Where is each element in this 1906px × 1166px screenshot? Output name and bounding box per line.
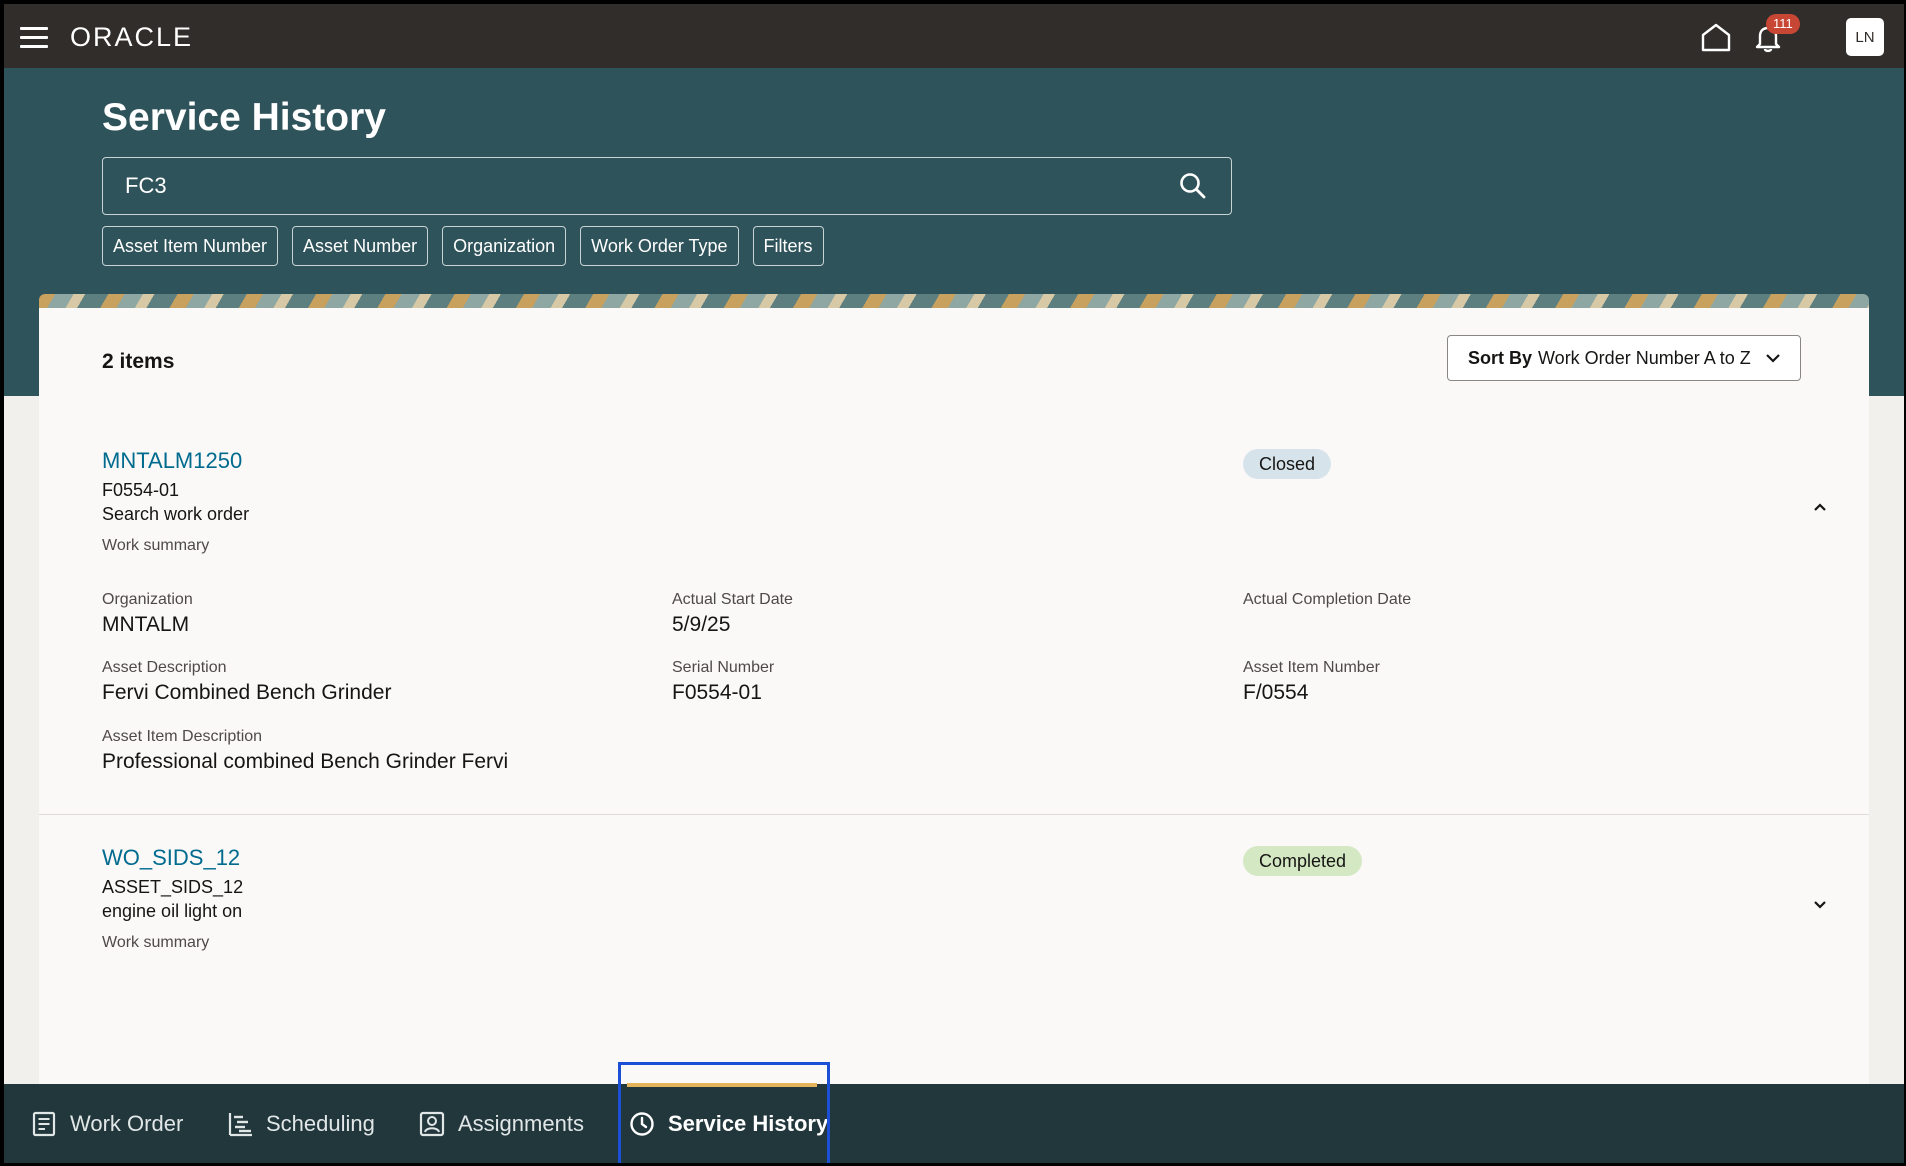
chip-filters[interactable]: Filters bbox=[752, 226, 824, 266]
search-input[interactable] bbox=[103, 158, 1177, 214]
active-tab-indicator bbox=[627, 1083, 817, 1087]
nav-label: Assignments bbox=[458, 1110, 584, 1136]
actual-start-date-field: Actual Start Date 5/9/25 bbox=[672, 591, 793, 636]
results-card: 2 items Sort By Work Order Number A to Z… bbox=[39, 308, 1869, 1088]
organization-field: Organization MNTALM bbox=[102, 591, 193, 636]
actual-completion-date-field: Actual Completion Date bbox=[1243, 591, 1412, 608]
filter-chips: Asset Item Number Asset Number Organizat… bbox=[102, 226, 824, 266]
chip-asset-item-number[interactable]: Asset Item Number bbox=[102, 226, 279, 266]
chip-asset-number[interactable]: Asset Number bbox=[292, 226, 429, 266]
chevron-down-icon[interactable] bbox=[1809, 893, 1831, 915]
nav-work-order[interactable]: Work Order bbox=[30, 1084, 183, 1163]
page-title: Service History bbox=[102, 96, 386, 139]
search-icon[interactable] bbox=[1177, 170, 1209, 202]
nav-label: Scheduling bbox=[266, 1110, 375, 1136]
chip-organization[interactable]: Organization bbox=[442, 226, 567, 266]
chip-work-order-type[interactable]: Work Order Type bbox=[580, 226, 739, 266]
nav-scheduling[interactable]: Scheduling bbox=[226, 1084, 375, 1163]
nav-service-history[interactable]: Service History bbox=[628, 1084, 828, 1163]
search-box bbox=[102, 157, 1232, 215]
sort-value: Work Order Number A to Z bbox=[1538, 347, 1751, 368]
work-order-link[interactable]: WO_SIDS_12 bbox=[102, 845, 240, 871]
home-icon[interactable] bbox=[1700, 22, 1732, 52]
nav-assignments[interactable]: Assignments bbox=[418, 1084, 584, 1163]
document-icon bbox=[32, 1111, 56, 1136]
clock-icon bbox=[630, 1111, 654, 1136]
work-order-description: engine oil light on bbox=[102, 901, 243, 921]
asset-number: F0554-01 bbox=[102, 480, 180, 500]
items-count: 2 items bbox=[102, 350, 175, 373]
asset-description-field: Asset Description Fervi Combined Bench G… bbox=[102, 659, 392, 704]
chevron-down-icon bbox=[1766, 354, 1780, 363]
status-badge: Closed bbox=[1243, 449, 1332, 479]
list-item: WO_SIDS_12 ASSET_SIDS_12 engine oil ligh… bbox=[39, 815, 1869, 1088]
work-order-link[interactable]: MNTALM1250 bbox=[102, 448, 242, 474]
nav-label: Service History bbox=[668, 1110, 829, 1136]
person-badge-icon bbox=[419, 1111, 445, 1136]
app-frame: ORACLE 111 LN Service History Asset Item… bbox=[4, 4, 1904, 1163]
hamburger-menu-icon[interactable] bbox=[20, 27, 48, 48]
sort-dropdown[interactable]: Sort By Work Order Number A to Z bbox=[1447, 335, 1801, 381]
top-bar: ORACLE 111 LN bbox=[4, 4, 1904, 68]
gantt-icon bbox=[228, 1112, 252, 1136]
list-item: MNTALM1250 F0554-01 Search work order Wo… bbox=[39, 408, 1869, 815]
sort-prefix: Sort By bbox=[1468, 347, 1533, 368]
bottom-navigation: Work Order Scheduling Assignments Servic… bbox=[4, 1084, 1904, 1163]
asset-item-number-field: Asset Item Number F/0554 bbox=[1243, 659, 1380, 704]
status-badge: Completed bbox=[1243, 846, 1363, 876]
user-avatar[interactable]: LN bbox=[1846, 18, 1884, 56]
oracle-logo: ORACLE bbox=[70, 22, 194, 52]
work-summary-label: Work summary bbox=[102, 934, 210, 951]
asset-number: ASSET_SIDS_12 bbox=[102, 877, 244, 897]
asset-item-description-field: Asset Item Description Professional comb… bbox=[102, 728, 509, 773]
nav-label: Work Order bbox=[70, 1110, 184, 1136]
work-order-description: Search work order bbox=[102, 504, 250, 524]
work-summary-label: Work summary bbox=[102, 537, 210, 554]
serial-number-field: Serial Number F0554-01 bbox=[672, 659, 775, 704]
notification-badge: 111 bbox=[1766, 14, 1800, 34]
chevron-up-icon[interactable] bbox=[1809, 496, 1831, 518]
